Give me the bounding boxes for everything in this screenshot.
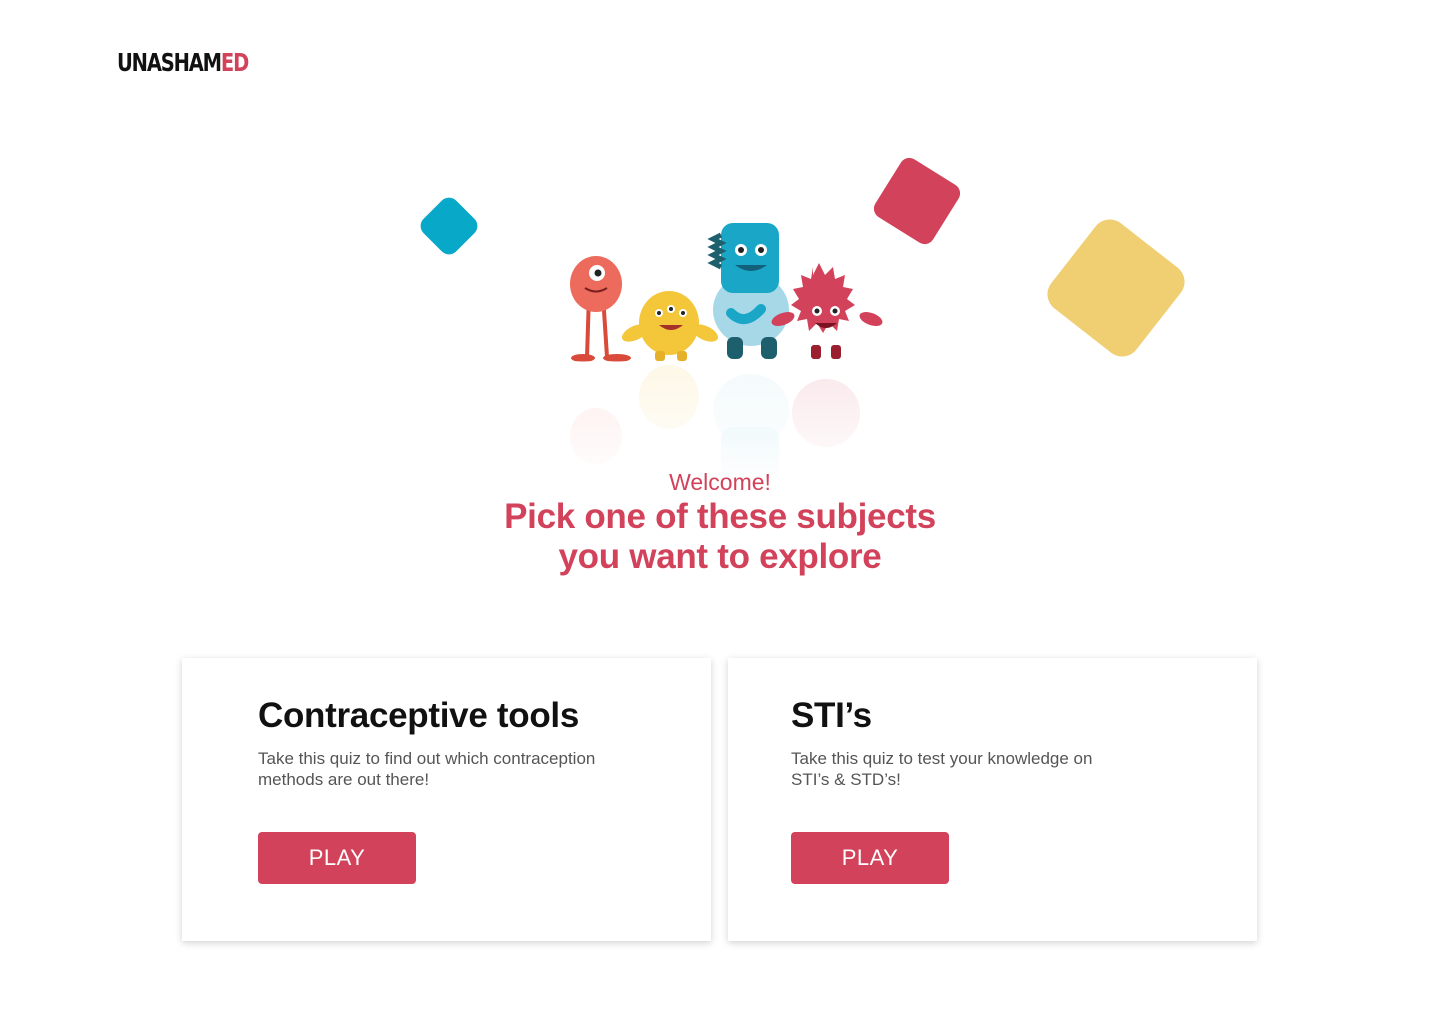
headline-line-1: Pick one of these subjects (504, 497, 936, 536)
decor-yellow-square (1040, 212, 1192, 364)
blue-monster-icon (707, 223, 789, 359)
welcome-text: Welcome! (669, 469, 771, 495)
logo-accent-text: ED (220, 48, 249, 77)
page-headline: Pick one of these subjects you want to e… (0, 497, 1440, 577)
quiz-card-contraceptive: Contraceptive tools Take this quiz to fi… (182, 658, 711, 941)
card-description: Take this quiz to find out which contrac… (258, 749, 596, 789)
quiz-card-sti: STI’s Take this quiz to test your knowle… (728, 658, 1257, 941)
card-description: Take this quiz to test your knowledge on… (791, 749, 1093, 789)
yellow-monster-icon (621, 291, 719, 361)
decor-blue-square (416, 193, 482, 259)
play-button-sti[interactable]: PLAY (791, 832, 949, 884)
card-title: Contraceptive tools (258, 696, 580, 735)
play-button-contraceptive[interactable]: PLAY (258, 832, 416, 884)
card-title: STI’s (791, 696, 872, 735)
logo-main-text: UNASHAM (117, 48, 222, 77)
headline-line-2: you want to explore (558, 537, 882, 576)
red-monster-icon (570, 256, 631, 362)
brand-logo[interactable]: UNASHAMED (117, 48, 249, 78)
monsters-illustration (555, 223, 895, 485)
